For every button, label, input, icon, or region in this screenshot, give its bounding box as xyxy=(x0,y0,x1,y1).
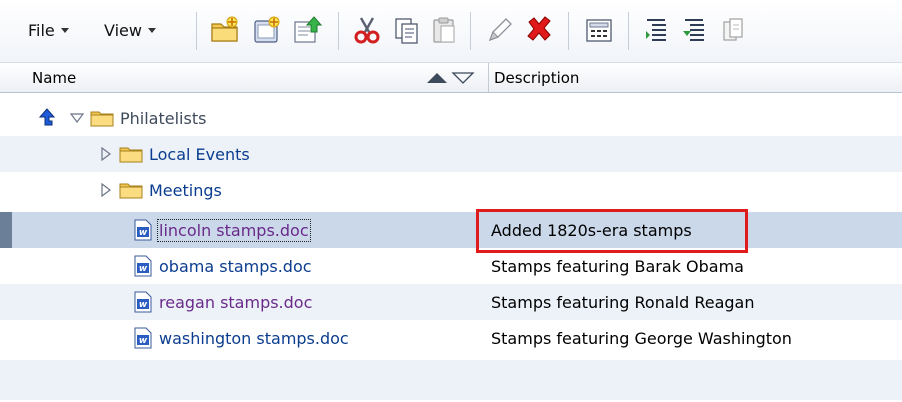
new-document-button[interactable] xyxy=(250,13,284,47)
expand-all-button[interactable] xyxy=(640,13,674,47)
column-header-name-label: Name xyxy=(32,68,77,87)
description-cell: Stamps featuring George Washington xyxy=(491,320,792,356)
copy-icon xyxy=(395,18,418,44)
row-gutter xyxy=(0,172,12,208)
cut-icon xyxy=(354,17,380,44)
file-menu-label: File xyxy=(28,21,55,40)
paste-icon xyxy=(433,17,455,43)
svg-text:w: w xyxy=(139,336,148,346)
svg-text:w: w xyxy=(139,264,148,274)
svg-text:w: w xyxy=(139,300,148,310)
description-cell: Stamps featuring Ronald Reagan xyxy=(491,284,754,320)
table-row[interactable]: Philatelists xyxy=(0,100,902,136)
expand-all-icon xyxy=(646,19,666,41)
document-link-reagan[interactable]: reagan stamps.doc xyxy=(159,293,312,312)
folder-icon xyxy=(119,147,143,163)
highlight-box xyxy=(476,209,748,253)
document-explorer: File View Name Description Philatelists … xyxy=(0,0,902,402)
table-row-selected[interactable]: w lincoln stamps.doc Added 1820s-era sta… xyxy=(0,212,902,248)
row-gutter xyxy=(0,248,12,284)
delete-button[interactable] xyxy=(522,13,556,47)
row-gutter xyxy=(0,136,12,172)
root-folder-label: Philatelists xyxy=(120,108,207,128)
column-header-description-label: Description xyxy=(494,68,580,87)
edit-pencil-icon xyxy=(488,18,512,42)
toolbar-divider xyxy=(470,12,471,50)
folder-link-local-events[interactable]: Local Events xyxy=(149,145,250,164)
column-resizer[interactable] xyxy=(488,63,489,92)
column-header-description[interactable]: Description xyxy=(494,63,579,92)
new-document-icon xyxy=(254,16,280,43)
document-link-obama[interactable]: obama stamps.doc xyxy=(159,257,312,276)
name-cell: Philatelists xyxy=(36,100,206,136)
description-text: Stamps featuring Barak Obama xyxy=(491,256,744,276)
cut-button[interactable] xyxy=(350,13,384,47)
description-cell: Stamps featuring Barak Obama xyxy=(491,248,744,284)
toolbar-divider xyxy=(338,12,339,50)
column-header-row: Name Description xyxy=(0,62,902,93)
table-row[interactable]: Meetings xyxy=(0,172,902,208)
word-document-icon: w xyxy=(134,327,152,349)
sort-ascending-icon[interactable] xyxy=(427,73,447,83)
collapsed-triangle-icon[interactable] xyxy=(99,183,113,197)
copy-button[interactable] xyxy=(390,13,424,47)
description-text: Stamps featuring George Washington xyxy=(491,328,792,348)
name-cell: w lincoln stamps.doc xyxy=(133,212,311,248)
row-gutter xyxy=(0,212,12,248)
svg-text:w: w xyxy=(139,228,148,238)
name-cell: w reagan stamps.doc xyxy=(133,284,312,320)
chevron-down-icon xyxy=(60,28,69,33)
table-row[interactable]: w reagan stamps.doc Stamps featuring Ron… xyxy=(0,284,902,320)
detach-button[interactable] xyxy=(716,13,750,47)
sort-descending-icon[interactable] xyxy=(451,72,475,84)
file-menu[interactable]: File xyxy=(28,21,69,40)
name-cell: w washington stamps.doc xyxy=(133,320,349,356)
empty-row xyxy=(0,360,902,400)
row-gutter xyxy=(0,284,12,320)
toolbar: File View xyxy=(0,0,902,62)
word-document-icon: w xyxy=(134,291,152,313)
delete-icon xyxy=(527,16,551,41)
collapse-all-icon xyxy=(683,19,704,41)
collapsed-triangle-icon[interactable] xyxy=(99,147,113,161)
row-gutter xyxy=(0,320,12,356)
document-link-lincoln[interactable]: lincoln stamps.doc xyxy=(157,218,311,242)
upload-button[interactable] xyxy=(290,13,324,47)
toolbar-divider xyxy=(628,12,629,50)
edit-button[interactable] xyxy=(482,13,516,47)
table-row[interactable]: w obama stamps.doc Stamps featuring Bara… xyxy=(0,248,902,284)
upload-icon xyxy=(294,16,323,43)
paste-button[interactable] xyxy=(428,13,462,47)
name-cell: w obama stamps.doc xyxy=(133,248,312,284)
calculator-icon xyxy=(586,19,612,42)
sort-arrows[interactable] xyxy=(425,69,481,87)
document-link-washington[interactable]: washington stamps.doc xyxy=(159,329,349,348)
column-header-name[interactable]: Name xyxy=(32,63,76,92)
folder-link-meetings[interactable]: Meetings xyxy=(149,181,222,200)
table-row[interactable]: w washington stamps.doc Stamps featuring… xyxy=(0,320,902,356)
folder-icon xyxy=(90,111,114,127)
table-row[interactable]: Local Events xyxy=(0,136,902,172)
expanded-triangle-icon[interactable] xyxy=(70,111,84,125)
collapse-all-button[interactable] xyxy=(678,13,712,47)
description-text: Stamps featuring Ronald Reagan xyxy=(491,292,755,312)
calculator-button[interactable] xyxy=(582,13,616,47)
new-folder-icon xyxy=(211,16,238,42)
up-arrow-icon[interactable] xyxy=(36,107,58,129)
new-folder-button[interactable] xyxy=(208,13,242,47)
view-menu[interactable]: View xyxy=(104,21,156,40)
toolbar-divider xyxy=(568,12,569,50)
row-gutter xyxy=(0,100,12,136)
chevron-down-icon xyxy=(147,28,156,33)
view-menu-label: View xyxy=(104,21,142,40)
name-cell: Meetings xyxy=(99,172,222,208)
word-document-icon: w xyxy=(134,219,152,241)
detach-icon xyxy=(723,18,743,41)
folder-icon xyxy=(119,183,143,199)
name-cell: Local Events xyxy=(99,136,250,172)
word-document-icon: w xyxy=(134,255,152,277)
toolbar-divider xyxy=(196,12,197,50)
